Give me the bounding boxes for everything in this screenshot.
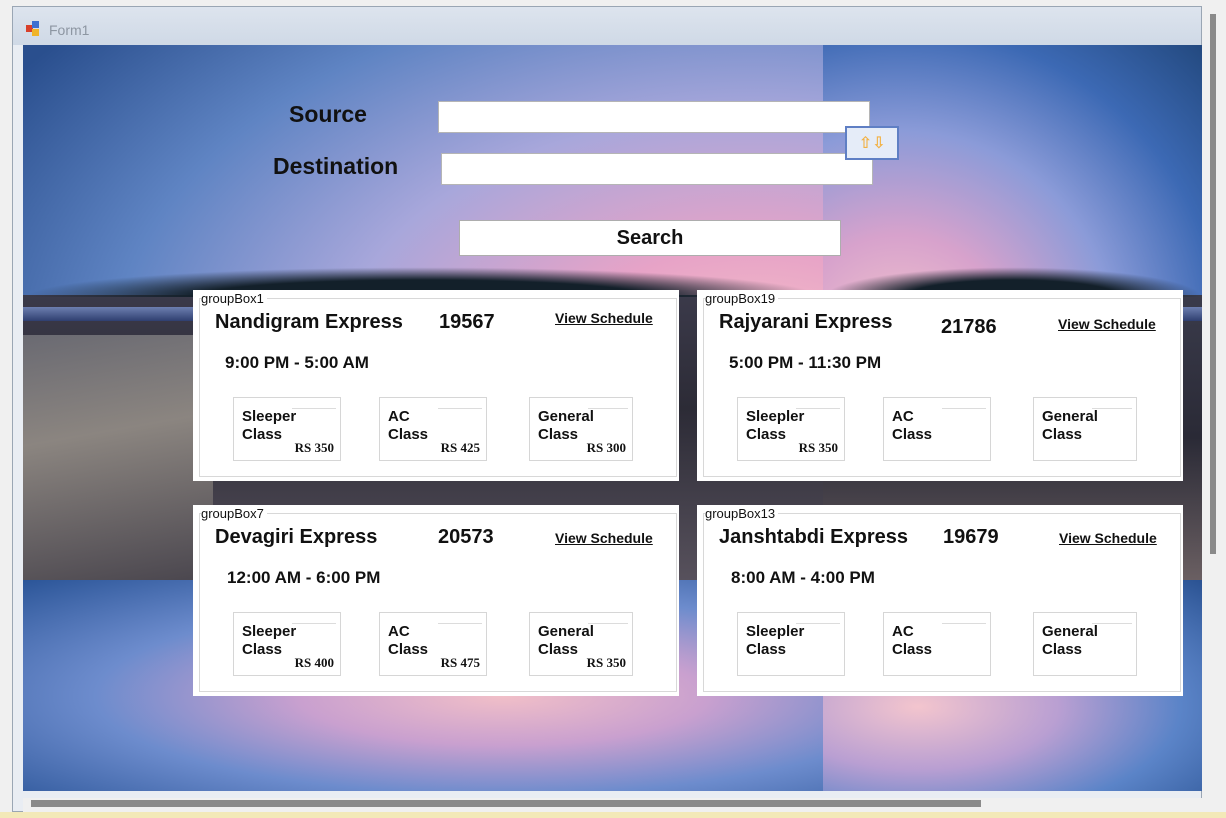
class-name: General Class bbox=[1042, 623, 1098, 658]
form-client-area: Source Destination ⇧⇩ Search groupBox1 N… bbox=[23, 45, 1203, 791]
train-timing: 8:00 AM - 4:00 PM bbox=[731, 568, 875, 587]
train-name: Rajyarani Express bbox=[719, 311, 893, 333]
search-button[interactable]: Search bbox=[459, 220, 841, 256]
view-schedule-link[interactable]: View Schedule bbox=[555, 530, 653, 546]
class-name: Sleepler Class bbox=[746, 408, 805, 443]
class-price: RS 350 bbox=[294, 440, 334, 455]
destination-input[interactable] bbox=[441, 153, 873, 185]
class-price: RS 475 bbox=[440, 655, 480, 670]
class-name: AC Class bbox=[892, 408, 933, 443]
group-box-title: groupBox13 bbox=[705, 506, 779, 521]
class-name: AC Class bbox=[388, 408, 429, 443]
class-name: AC Class bbox=[892, 623, 933, 658]
view-schedule-link[interactable]: View Schedule bbox=[555, 310, 653, 326]
swap-arrows-icon: ⇧⇩ bbox=[858, 135, 886, 152]
train-number: 20573 bbox=[438, 526, 494, 548]
train-card-devagiri: groupBox7 Devagiri Express 20573 View Sc… bbox=[193, 505, 679, 696]
class-price: RS 425 bbox=[440, 440, 480, 455]
class-name: General Class bbox=[538, 408, 594, 443]
train-timing: 9:00 PM - 5:00 AM bbox=[225, 353, 369, 372]
class-name: AC Class bbox=[388, 623, 429, 658]
view-schedule-link[interactable]: View Schedule bbox=[1059, 530, 1157, 546]
view-schedule-link[interactable]: View Schedule bbox=[1058, 316, 1156, 332]
class-ac[interactable]: AC Class bbox=[883, 612, 991, 676]
class-name: General Class bbox=[1042, 408, 1098, 443]
class-ac[interactable]: AC Class bbox=[883, 397, 991, 461]
class-price: RS 300 bbox=[586, 440, 626, 455]
destination-label: Destination bbox=[273, 153, 399, 179]
vertical-scrollbar[interactable] bbox=[1202, 6, 1224, 812]
train-card-rajyarani: groupBox19 Rajyarani Express 21786 View … bbox=[697, 290, 1183, 481]
class-name: Sleeper Class bbox=[242, 408, 297, 443]
class-sleeper[interactable]: Sleeper Class RS 400 bbox=[233, 612, 341, 676]
group-box-title: groupBox1 bbox=[201, 291, 267, 306]
source-input[interactable] bbox=[438, 101, 870, 133]
swap-button[interactable]: ⇧⇩ bbox=[845, 126, 899, 160]
train-timing: 5:00 PM - 11:30 PM bbox=[729, 353, 882, 372]
class-general[interactable]: General Class bbox=[1033, 397, 1137, 461]
train-timing: 12:00 AM - 6:00 PM bbox=[227, 568, 381, 587]
train-name: Devagiri Express bbox=[215, 526, 378, 548]
group-box-title: groupBox7 bbox=[201, 506, 267, 521]
horizontal-scrollbar[interactable] bbox=[23, 798, 1203, 813]
train-number: 19567 bbox=[439, 311, 495, 333]
window-title: Form1 bbox=[49, 22, 90, 38]
class-price: RS 400 bbox=[294, 655, 334, 670]
horizontal-scroll-thumb[interactable] bbox=[31, 800, 981, 807]
class-sleeper[interactable]: Sleeper Class RS 350 bbox=[233, 397, 341, 461]
class-general[interactable]: General Class RS 300 bbox=[529, 397, 633, 461]
app-icon bbox=[26, 21, 42, 37]
class-ac[interactable]: AC Class RS 425 bbox=[379, 397, 487, 461]
class-price: RS 350 bbox=[586, 655, 626, 670]
class-name: Sleeper Class bbox=[242, 623, 297, 658]
taskbar-edge bbox=[0, 812, 1226, 818]
form-window: Form1 Source Destination ⇧⇩ Search group… bbox=[12, 6, 1203, 813]
class-sleeper[interactable]: Sleepler Class RS 350 bbox=[737, 397, 845, 461]
class-name: General Class bbox=[538, 623, 594, 658]
class-sleeper[interactable]: Sleepler Class bbox=[737, 612, 845, 676]
source-label: Source bbox=[289, 101, 367, 127]
train-card-nandigram: groupBox1 Nandigram Express 19567 View S… bbox=[193, 290, 679, 481]
train-number: 19679 bbox=[943, 526, 999, 548]
train-number: 21786 bbox=[941, 316, 997, 338]
train-card-janshtabdi: groupBox13 Janshtabdi Express 19679 View… bbox=[697, 505, 1183, 696]
class-general[interactable]: General Class RS 350 bbox=[529, 612, 633, 676]
vertical-scroll-thumb[interactable] bbox=[1210, 14, 1216, 554]
class-name: Sleepler Class bbox=[746, 623, 805, 658]
group-box-title: groupBox19 bbox=[705, 291, 779, 306]
train-name: Janshtabdi Express bbox=[719, 526, 908, 548]
class-price: RS 350 bbox=[798, 440, 838, 455]
title-bar: Form1 bbox=[13, 7, 1201, 45]
train-name: Nandigram Express bbox=[215, 311, 403, 333]
class-general[interactable]: General Class bbox=[1033, 612, 1137, 676]
background-image bbox=[23, 335, 213, 580]
class-ac[interactable]: AC Class RS 475 bbox=[379, 612, 487, 676]
